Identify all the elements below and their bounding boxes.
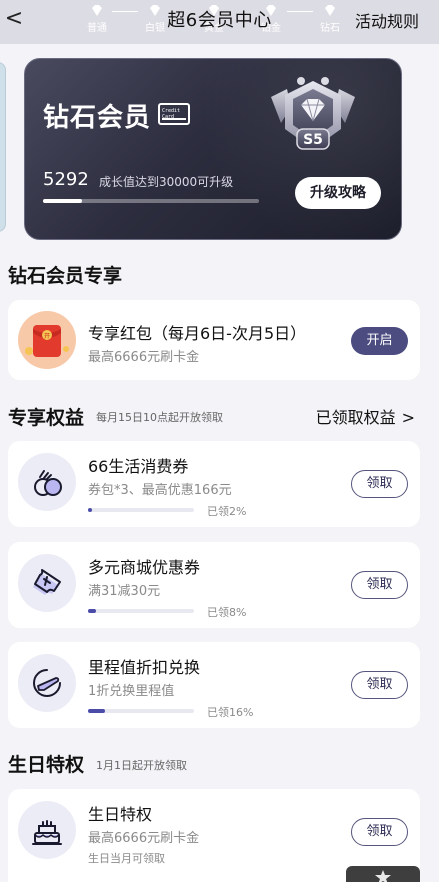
growth-progress-bar <box>43 199 259 203</box>
claim-progress-bar <box>88 508 194 512</box>
benefit-icon-bg <box>18 453 76 511</box>
rules-link[interactable]: 活动规则 <box>355 8 419 32</box>
claimed-percent: 已领2% <box>207 505 247 518</box>
chevron-right-icon: > <box>401 408 415 427</box>
red-packet-subtitle: 最高6666元刷卡金 <box>88 350 200 365</box>
benefit-title: 多元商城优惠券 <box>88 558 201 577</box>
claim-button[interactable]: 领取 <box>351 571 408 599</box>
claim-progress-bar <box>88 709 194 713</box>
birthday-section-title: 生日特权 <box>8 754 85 776</box>
claimed-benefits-label: 已领取权益 <box>315 408 396 427</box>
birthday-title: 生日特权 <box>88 805 153 824</box>
growth-value: 5292 <box>43 169 89 190</box>
floating-action-button[interactable] <box>346 866 420 882</box>
benefit-item-mileage[interactable]: 里程值折扣兑换 1折兑换里程值 已领16% 领取 <box>8 642 420 728</box>
member-card[interactable]: 钻石会员 Credit Card S5 5292 成长值达到30000可升级 升… <box>24 58 402 240</box>
benefit-icon-bg <box>18 554 76 612</box>
red-packet-icon: 开 <box>18 311 76 369</box>
claimed-benefits-link[interactable]: 已领取权益 > <box>316 404 415 428</box>
claim-button[interactable]: 领取 <box>351 470 408 498</box>
member-level-name: 钻石会员 <box>43 103 152 133</box>
badge-text: S5 <box>303 132 323 148</box>
benefits-section-title: 专享权益 <box>8 407 85 429</box>
upgrade-guide-button[interactable]: 升级攻略 <box>295 177 381 209</box>
benefit-title: 66生活消费券 <box>88 457 189 476</box>
birthday-section-subtitle: 1月1日起开放领取 <box>96 759 187 772</box>
benefit-icon-bg <box>18 654 76 712</box>
growth-progress-fill <box>43 199 82 203</box>
red-packet-card[interactable]: 开 专享红包（每月6日-次月5日） 最高6666元刷卡金 开启 <box>8 300 420 380</box>
cake-icon <box>32 820 62 845</box>
benefit-subtitle: 1折兑换里程值 <box>88 684 175 699</box>
claim-button[interactable]: 领取 <box>351 671 408 699</box>
benefit-icon-bg <box>18 801 76 859</box>
s5-badge-icon: S5 <box>271 77 355 150</box>
claim-progress-bar <box>88 609 194 613</box>
star-icon <box>375 870 391 882</box>
credit-card-icon: Credit Card <box>158 103 190 125</box>
claimed-percent: 已领16% <box>207 706 254 719</box>
birthday-subtitle: 最高6666元刷卡金 <box>88 831 200 846</box>
previous-card-peek[interactable] <box>0 62 6 232</box>
claimed-percent: 已领8% <box>207 606 247 619</box>
svg-text:开: 开 <box>44 333 50 340</box>
benefit-item-consumer-coupon[interactable]: 66生活消费券 券包*3、最高优惠166元 已领2% 领取 <box>8 441 420 527</box>
claim-progress-fill <box>88 508 93 512</box>
exclusive-section-title: 钻石会员专享 <box>8 265 123 287</box>
open-red-packet-button[interactable]: 开启 <box>351 327 408 355</box>
benefit-title: 里程值折扣兑换 <box>88 658 201 677</box>
benefits-section-subtitle: 每月15日10点起开放领取 <box>96 411 223 424</box>
growth-note: 成长值达到30000可升级 <box>99 175 234 189</box>
claim-progress-fill <box>88 709 105 713</box>
claim-button[interactable]: 领取 <box>351 818 408 846</box>
plane-icon <box>33 669 61 697</box>
claim-progress-fill <box>88 609 97 613</box>
birthday-note: 生日当月可领取 <box>88 852 165 865</box>
benefit-item-mall-coupon[interactable]: 多元商城优惠券 满31减30元 已领8% 领取 <box>8 542 420 628</box>
benefit-subtitle: 券包*3、最高优惠166元 <box>88 483 232 498</box>
top-bar: < 普通 白银 黄金 铂金 钻石 超6会员中心 活动规则 <box>0 0 439 44</box>
coupon-circles-icon <box>34 470 62 496</box>
benefit-subtitle: 满31减30元 <box>88 584 161 599</box>
red-packet-title: 专享红包（每月6日-次月5日） <box>88 324 307 343</box>
ticket-icon <box>33 569 61 595</box>
